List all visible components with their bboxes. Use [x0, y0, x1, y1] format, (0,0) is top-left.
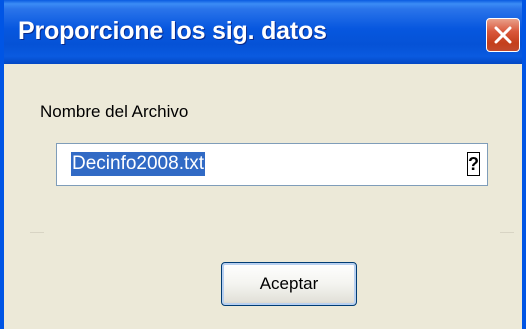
title-bar[interactable]: Proporcione los sig. datos: [4, 0, 522, 64]
window-title: Proporcione los sig. datos: [18, 17, 327, 45]
accept-button-label: Aceptar: [259, 274, 319, 293]
dialog-window: Proporcione los sig. datos Nombre del Ar…: [0, 0, 526, 329]
right-divider: [500, 232, 514, 233]
filename-input[interactable]: Decinfo2008.txt ?: [56, 143, 488, 186]
question-mark-icon[interactable]: ?: [467, 152, 480, 176]
close-button[interactable]: [486, 18, 520, 52]
filename-label: Nombre del Archivo: [40, 102, 189, 121]
filename-value[interactable]: Decinfo2008.txt: [71, 152, 206, 176]
accept-button[interactable]: Aceptar: [221, 262, 357, 306]
close-icon: [494, 26, 512, 44]
left-divider: [30, 232, 44, 233]
